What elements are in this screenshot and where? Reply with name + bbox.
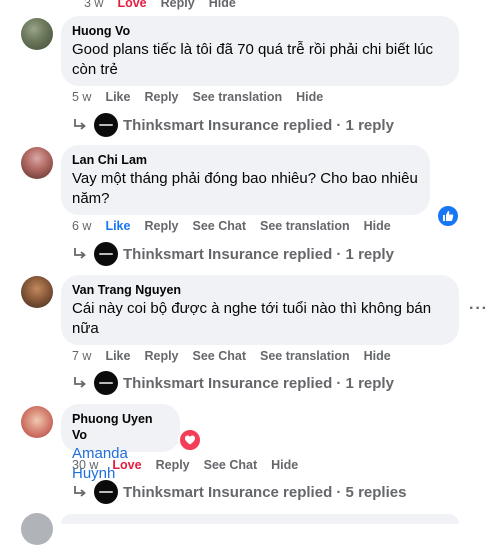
- like-button[interactable]: Like: [105, 348, 130, 364]
- reply-arrow-icon: [74, 377, 86, 388]
- reply-button[interactable]: Reply: [144, 89, 178, 105]
- timestamp[interactable]: 5 w: [72, 89, 91, 105]
- see-translation-button[interactable]: See translation: [260, 348, 350, 364]
- comment-actions: 5 w Like Reply See translation Hide: [72, 89, 337, 105]
- reply-button[interactable]: Reply: [156, 457, 190, 473]
- reaction-like-badge[interactable]: [436, 204, 460, 228]
- see-chat-button[interactable]: See Chat: [193, 348, 247, 364]
- avatar[interactable]: [21, 513, 53, 545]
- avatar[interactable]: [21, 18, 53, 50]
- love-button[interactable]: Love: [117, 0, 146, 11]
- view-replies-link[interactable]: Thinksmart Insurance replied · 5 replies: [72, 479, 406, 505]
- comment-bubble: Huong Vo Good plans tiếc là tôi đã 70 qu…: [61, 16, 459, 86]
- more-options-icon[interactable]: ···: [469, 300, 488, 318]
- comment-author[interactable]: Phuong Uyen Vo: [72, 411, 168, 443]
- comment-author[interactable]: Lan Chi Lam: [72, 152, 418, 168]
- comment-actions-partial: 3 w Love Reply Hide: [84, 0, 250, 11]
- replies-summary[interactable]: Thinksmart Insurance replied · 1 reply: [123, 117, 394, 134]
- comment-text: Cái này coi bộ được à nghe tới tuổi nào …: [72, 299, 447, 339]
- page-avatar: [94, 371, 118, 395]
- replies-summary[interactable]: Thinksmart Insurance replied · 5 replies: [123, 484, 406, 501]
- see-chat-button[interactable]: See Chat: [193, 218, 247, 234]
- reply-button[interactable]: Reply: [144, 348, 178, 364]
- hide-button[interactable]: Hide: [296, 89, 323, 105]
- like-button[interactable]: Like: [105, 218, 130, 234]
- comment-bubble: Lan Chi Lam Vay một tháng phải đóng bao …: [61, 145, 430, 215]
- comment-author[interactable]: Van Trang Nguyen: [72, 282, 447, 298]
- reply-arrow-icon: [74, 119, 86, 130]
- comment-text-line: năm?: [72, 190, 110, 207]
- reply-arrow-icon: [74, 248, 86, 259]
- comment-bubble: Phuong Uyen Vo Amanda Huynh: [61, 404, 180, 482]
- comment-author[interactable]: Huong Vo: [72, 23, 447, 39]
- comment-text-line: Good plans tiếc là tôi đã 70 quá trễ rồi…: [72, 41, 434, 58]
- timestamp[interactable]: 30 w: [72, 457, 98, 473]
- avatar[interactable]: [21, 147, 53, 179]
- timestamp[interactable]: 6 w: [72, 218, 91, 234]
- page-avatar: [94, 480, 118, 504]
- reaction-love-badge[interactable]: [178, 428, 202, 452]
- reply-arrow-icon: [74, 486, 86, 497]
- view-replies-link[interactable]: Thinksmart Insurance replied · 1 reply: [72, 370, 394, 396]
- timestamp: 3 w: [84, 0, 104, 10]
- see-chat-button[interactable]: See Chat: [204, 457, 258, 473]
- page-avatar: [94, 242, 118, 266]
- reply-button[interactable]: Reply: [161, 0, 195, 11]
- heart-icon: [185, 435, 195, 445]
- like-button[interactable]: Like: [105, 89, 130, 105]
- comment-text-line: còn trẻ: [72, 61, 118, 78]
- comment-bubble-partial: [61, 514, 459, 524]
- reply-button[interactable]: Reply: [144, 218, 178, 234]
- view-replies-link[interactable]: Thinksmart Insurance replied · 1 reply: [72, 241, 394, 267]
- see-translation-button[interactable]: See translation: [260, 218, 350, 234]
- see-translation-button[interactable]: See translation: [193, 89, 283, 105]
- hide-button[interactable]: Hide: [209, 0, 236, 11]
- comment-actions: 7 w Like Reply See Chat See translation …: [72, 348, 405, 364]
- comment-actions: 6 w Like Reply See Chat See translation …: [72, 218, 405, 234]
- hide-button[interactable]: Hide: [364, 218, 391, 234]
- comment-text-line: Vay một tháng phải đóng bao nhiêu? Cho b…: [72, 170, 418, 187]
- comment-text: Vay một tháng phải đóng bao nhiêu? Cho b…: [72, 169, 418, 209]
- comment-bubble: Van Trang Nguyen Cái này coi bộ được à n…: [61, 275, 459, 345]
- comment-text-line: nữa: [72, 320, 99, 337]
- comment-text-line: Cái này coi bộ được à nghe tới tuổi nào …: [72, 300, 432, 317]
- like-icon: [443, 211, 454, 221]
- hide-button[interactable]: Hide: [271, 457, 298, 473]
- replies-summary[interactable]: Thinksmart Insurance replied · 1 reply: [123, 246, 394, 263]
- view-replies-link[interactable]: Thinksmart Insurance replied · 1 reply: [72, 112, 394, 138]
- hide-button[interactable]: Hide: [364, 348, 391, 364]
- avatar[interactable]: [21, 276, 53, 308]
- page-avatar: [94, 113, 118, 137]
- love-button[interactable]: Love: [112, 457, 141, 473]
- timestamp[interactable]: 7 w: [72, 348, 91, 364]
- comment-actions: 30 w Love Reply See Chat Hide: [72, 457, 312, 473]
- avatar[interactable]: [21, 406, 53, 438]
- comment-text: Good plans tiếc là tôi đã 70 quá trễ rồi…: [72, 40, 447, 80]
- replies-summary[interactable]: Thinksmart Insurance replied · 1 reply: [123, 375, 394, 392]
